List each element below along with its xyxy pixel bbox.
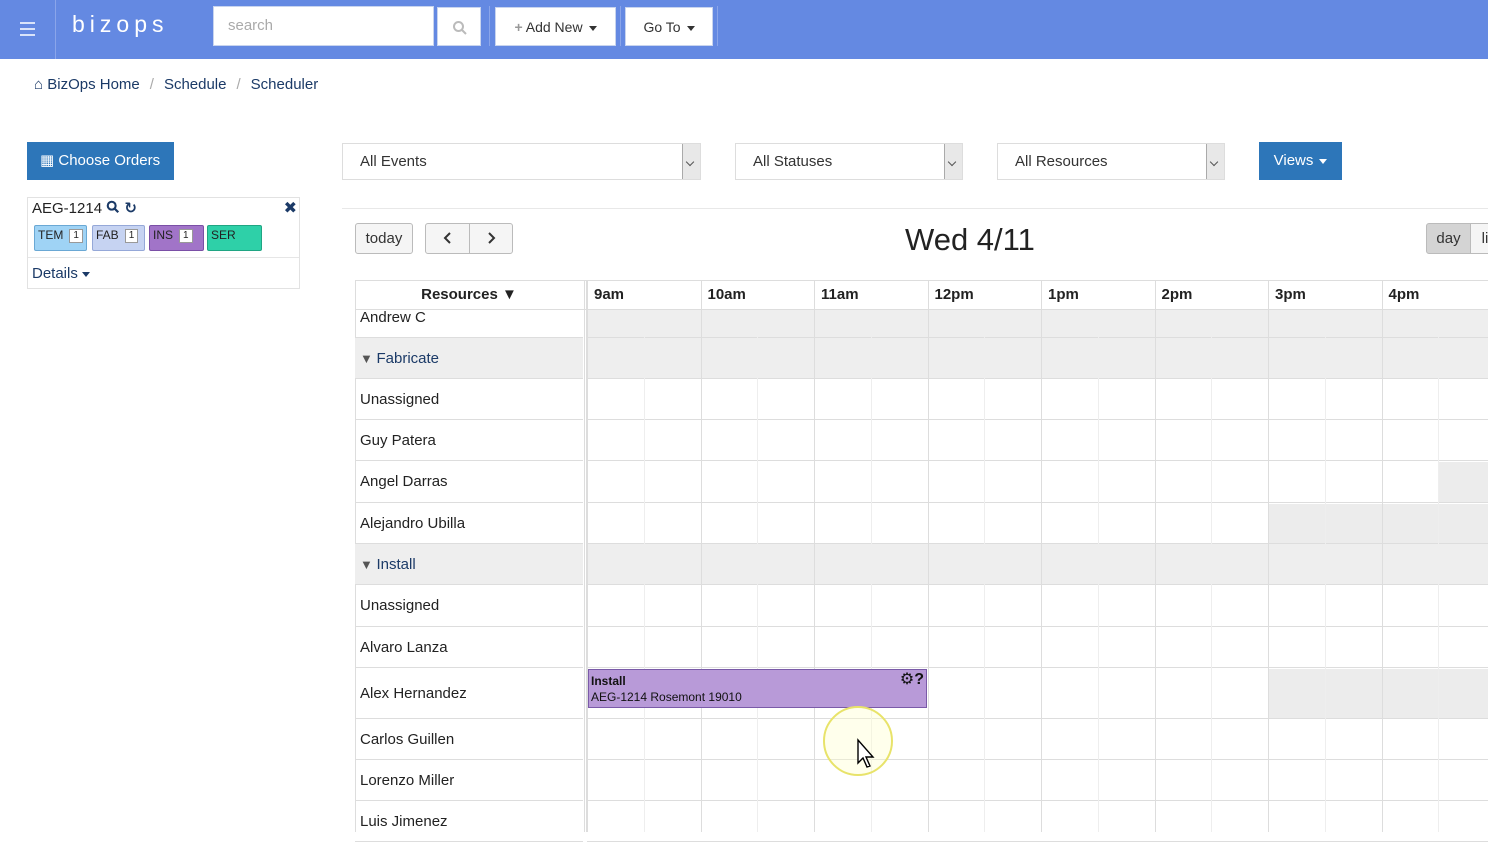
grid-line bbox=[757, 310, 758, 832]
caret-down-icon bbox=[589, 26, 597, 31]
view-list-button[interactable]: li bbox=[1470, 223, 1488, 254]
grid-line bbox=[1211, 310, 1212, 832]
choose-orders-button[interactable]: ▦ Choose Orders bbox=[27, 142, 174, 180]
chip-count: 1 bbox=[69, 229, 83, 243]
caret-down-icon bbox=[82, 272, 90, 277]
caret-down-icon bbox=[1319, 159, 1327, 164]
chevron-down-icon bbox=[944, 144, 962, 179]
chip-count: 1 bbox=[125, 229, 139, 243]
divider bbox=[342, 208, 1488, 209]
order-id: AEG-1214 bbox=[32, 200, 102, 217]
grid-line bbox=[1438, 310, 1439, 832]
mouse-cursor-icon bbox=[856, 738, 876, 770]
chip-tem[interactable]: TEM 1 bbox=[34, 225, 87, 251]
grid-line bbox=[928, 310, 929, 832]
details-label: Details bbox=[32, 265, 78, 282]
grid-line bbox=[587, 310, 588, 832]
add-new-label: Add New bbox=[526, 19, 583, 35]
order-title: AEG-1214 ↻ bbox=[32, 199, 137, 217]
chip-fab[interactable]: FAB 1 bbox=[92, 225, 145, 251]
goto-label: Go To bbox=[643, 19, 680, 35]
views-button[interactable]: Views bbox=[1259, 142, 1342, 180]
home-icon: ⌂ bbox=[34, 76, 43, 93]
grid-line bbox=[1268, 310, 1269, 832]
chip-label: TEM bbox=[38, 228, 63, 242]
grid-line bbox=[984, 310, 985, 832]
navbar-divider bbox=[717, 6, 718, 46]
prev-button[interactable] bbox=[425, 223, 470, 254]
grid-line bbox=[701, 310, 702, 832]
search-input[interactable]: search bbox=[213, 6, 434, 46]
chevron-right-icon bbox=[485, 231, 497, 245]
breadcrumb: ⌂ BizOps Home/Schedule/Scheduler bbox=[34, 76, 318, 93]
chip-label: INS bbox=[153, 228, 173, 242]
grid-line bbox=[814, 310, 815, 832]
event-detail: AEG-1214 Rosemont 19010 bbox=[591, 689, 924, 705]
add-new-button[interactable]: + Add New bbox=[495, 7, 616, 46]
resource-timeline-grid: Resources ▼ 9am10am11am12pm1pm2pm3pm4pm … bbox=[355, 280, 1488, 832]
navbar-divider bbox=[620, 6, 621, 46]
close-icon[interactable]: ✖ bbox=[284, 198, 297, 218]
grid-lines bbox=[355, 280, 1488, 832]
goto-button[interactable]: Go To bbox=[625, 7, 713, 46]
refresh-icon[interactable]: ↻ bbox=[124, 200, 137, 217]
search-button[interactable] bbox=[437, 7, 481, 46]
table-icon: ▦ bbox=[40, 152, 54, 169]
grid-line bbox=[1325, 310, 1326, 832]
choose-orders-label: Choose Orders bbox=[58, 152, 160, 169]
search-icon[interactable] bbox=[106, 200, 120, 214]
view-day-button[interactable]: day bbox=[1426, 223, 1471, 254]
next-button[interactable] bbox=[469, 223, 513, 254]
events-filter-value: All Events bbox=[360, 153, 427, 170]
navbar-divider bbox=[489, 6, 490, 46]
details-toggle[interactable]: Details bbox=[32, 265, 90, 282]
views-label: Views bbox=[1274, 152, 1314, 169]
chip-ins[interactable]: INS 1 bbox=[149, 225, 204, 251]
breadcrumb-home[interactable]: BizOps Home bbox=[47, 76, 140, 93]
grid-line bbox=[1155, 310, 1156, 832]
resources-filter-value: All Resources bbox=[1015, 153, 1108, 170]
hamburger-menu-icon[interactable] bbox=[0, 0, 56, 59]
statuses-filter-select[interactable]: All Statuses bbox=[735, 143, 963, 180]
grid-line bbox=[1382, 310, 1383, 832]
events-filter-select[interactable]: All Events bbox=[342, 143, 701, 180]
brand-logo[interactable]: bizops bbox=[72, 11, 168, 38]
caret-down-icon bbox=[687, 26, 695, 31]
grid-line bbox=[644, 310, 645, 832]
breadcrumb-scheduler[interactable]: Scheduler bbox=[251, 76, 319, 93]
breadcrumb-schedule[interactable]: Schedule bbox=[164, 76, 227, 93]
grid-line bbox=[1041, 310, 1042, 832]
gear-icon[interactable]: ⚙? bbox=[900, 672, 924, 688]
install-event[interactable]: Install AEG-1214 Rosemont 19010 ⚙? bbox=[588, 669, 927, 708]
calendar-date-title: Wed 4/11 bbox=[905, 222, 1035, 258]
chip-label: SER bbox=[211, 228, 236, 242]
order-card: AEG-1214 ↻ ✖ TEM 1 FAB 1 INS 1 SER Details bbox=[27, 197, 300, 289]
divider bbox=[28, 257, 299, 258]
grid-line bbox=[1098, 310, 1099, 832]
search-icon bbox=[452, 20, 468, 36]
statuses-filter-value: All Statuses bbox=[753, 153, 832, 170]
chip-count: 1 bbox=[179, 229, 193, 243]
plus-icon: + bbox=[514, 19, 522, 35]
chevron-down-icon bbox=[1206, 144, 1224, 179]
chevron-down-icon bbox=[682, 144, 700, 179]
chip-ser[interactable]: SER bbox=[207, 225, 262, 251]
today-button[interactable]: today bbox=[355, 223, 413, 254]
chip-label: FAB bbox=[96, 228, 119, 242]
chevron-left-icon bbox=[442, 231, 454, 245]
resources-filter-select[interactable]: All Resources bbox=[997, 143, 1225, 180]
event-title: Install bbox=[591, 673, 924, 689]
